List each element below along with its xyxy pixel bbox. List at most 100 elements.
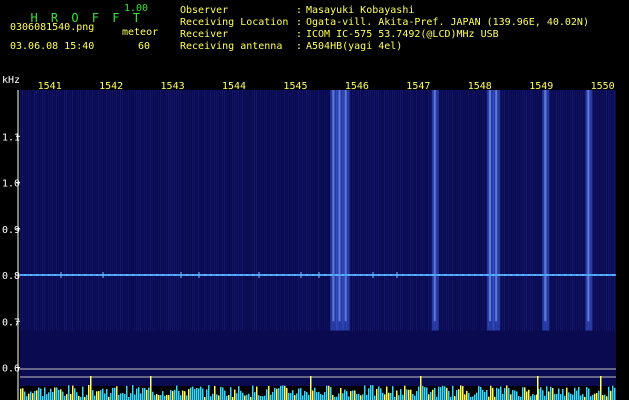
noise-column [374, 90, 375, 331]
meteor-bar [158, 395, 160, 400]
noise-column [188, 90, 189, 331]
noise-column [106, 90, 107, 331]
noise-column [310, 90, 311, 331]
noise-column [388, 90, 389, 331]
noise-column [126, 90, 127, 331]
meteor-bar [448, 390, 450, 400]
noise-column [514, 90, 515, 331]
noise-column [66, 90, 67, 331]
meteor-bar [380, 388, 382, 400]
noise-column [216, 90, 217, 331]
meteor-bar [568, 392, 570, 400]
meteor-bar [430, 391, 432, 400]
noise-column [576, 90, 577, 331]
noise-column [526, 90, 527, 331]
meteor-bar [166, 394, 168, 400]
noise-column [274, 90, 275, 331]
meteor-bar [466, 390, 468, 400]
meteor-bar [228, 395, 230, 400]
noise-column [112, 90, 113, 331]
noise-column [130, 90, 131, 331]
meteor-bar [146, 389, 148, 400]
noise-column [266, 90, 267, 331]
noise-column [28, 90, 29, 331]
noise-column [26, 90, 27, 331]
noise-column [518, 90, 519, 331]
app-version: 1.00 [124, 3, 149, 14]
meteor-bar [342, 393, 344, 400]
meteor-bar [518, 395, 520, 400]
meteor-bar [140, 393, 142, 400]
noise-column [36, 90, 37, 331]
noise-column [474, 90, 475, 331]
meteor-bar [562, 389, 564, 400]
noise-column [104, 90, 105, 331]
noise-column [458, 90, 459, 331]
noise-column [224, 90, 225, 331]
meteor-bar [168, 395, 170, 400]
meteor-bar [356, 394, 358, 400]
meteor-bar [498, 388, 500, 400]
meteor-bar [52, 392, 54, 400]
meteor-bar [362, 394, 364, 400]
meteor-bar [606, 396, 608, 400]
noise-column [502, 90, 503, 331]
meteor-bar [194, 389, 196, 400]
noise-column [258, 90, 259, 331]
noise-column [20, 90, 21, 331]
meteor-bar [318, 391, 320, 400]
meteor-bar [374, 395, 376, 400]
y-tick-label: 1.1 [2, 132, 20, 143]
meteor-bar [192, 386, 194, 400]
noise-column [250, 90, 251, 331]
meteor-bar [464, 394, 466, 400]
noise-column [484, 90, 485, 331]
noise-column [108, 90, 109, 331]
noise-column [136, 90, 137, 331]
noise-column [614, 90, 615, 331]
noise-column [288, 90, 289, 331]
noise-column [414, 90, 415, 331]
noise-column [466, 90, 467, 331]
noise-column [176, 90, 177, 331]
noise-column [114, 90, 115, 331]
meteor-bar [94, 395, 96, 400]
meteor-bar [364, 385, 366, 400]
noise-column [238, 90, 239, 331]
y-unit-label: kHz [2, 76, 20, 86]
meteor-bar [408, 389, 410, 400]
noise-column [124, 90, 125, 331]
noise-column [262, 90, 263, 331]
noise-column [92, 90, 93, 331]
meteor-bar [570, 393, 572, 400]
meteor-bar [56, 387, 58, 400]
meteor-bar [612, 385, 614, 400]
meteor-bar [78, 395, 80, 400]
noise-column [186, 90, 187, 331]
noise-column [94, 90, 95, 331]
meteor-bar [496, 387, 498, 400]
meteor-bar [414, 395, 416, 400]
noise-column [40, 90, 41, 331]
meteor-bar [478, 386, 480, 400]
noise-column [150, 90, 151, 331]
noise-column [536, 90, 537, 331]
noise-column [218, 90, 219, 331]
meteor-bar [130, 393, 132, 400]
meteor-bar [164, 395, 166, 400]
meteor-bar [212, 393, 214, 400]
meteor-bar [326, 385, 328, 400]
noise-column [352, 90, 353, 331]
noise-column [558, 90, 559, 331]
meteor-bar [460, 385, 462, 400]
noise-column [404, 90, 405, 331]
meteor-bar [54, 387, 56, 400]
noise-column [142, 90, 143, 331]
meteor-bar [110, 393, 112, 400]
y-tick-label: 0.7 [2, 317, 20, 328]
meteor-spike [90, 376, 92, 400]
noise-column [372, 90, 373, 331]
noise-column [354, 90, 355, 331]
meteor-bar [154, 395, 156, 400]
meteor-bar [412, 393, 414, 400]
